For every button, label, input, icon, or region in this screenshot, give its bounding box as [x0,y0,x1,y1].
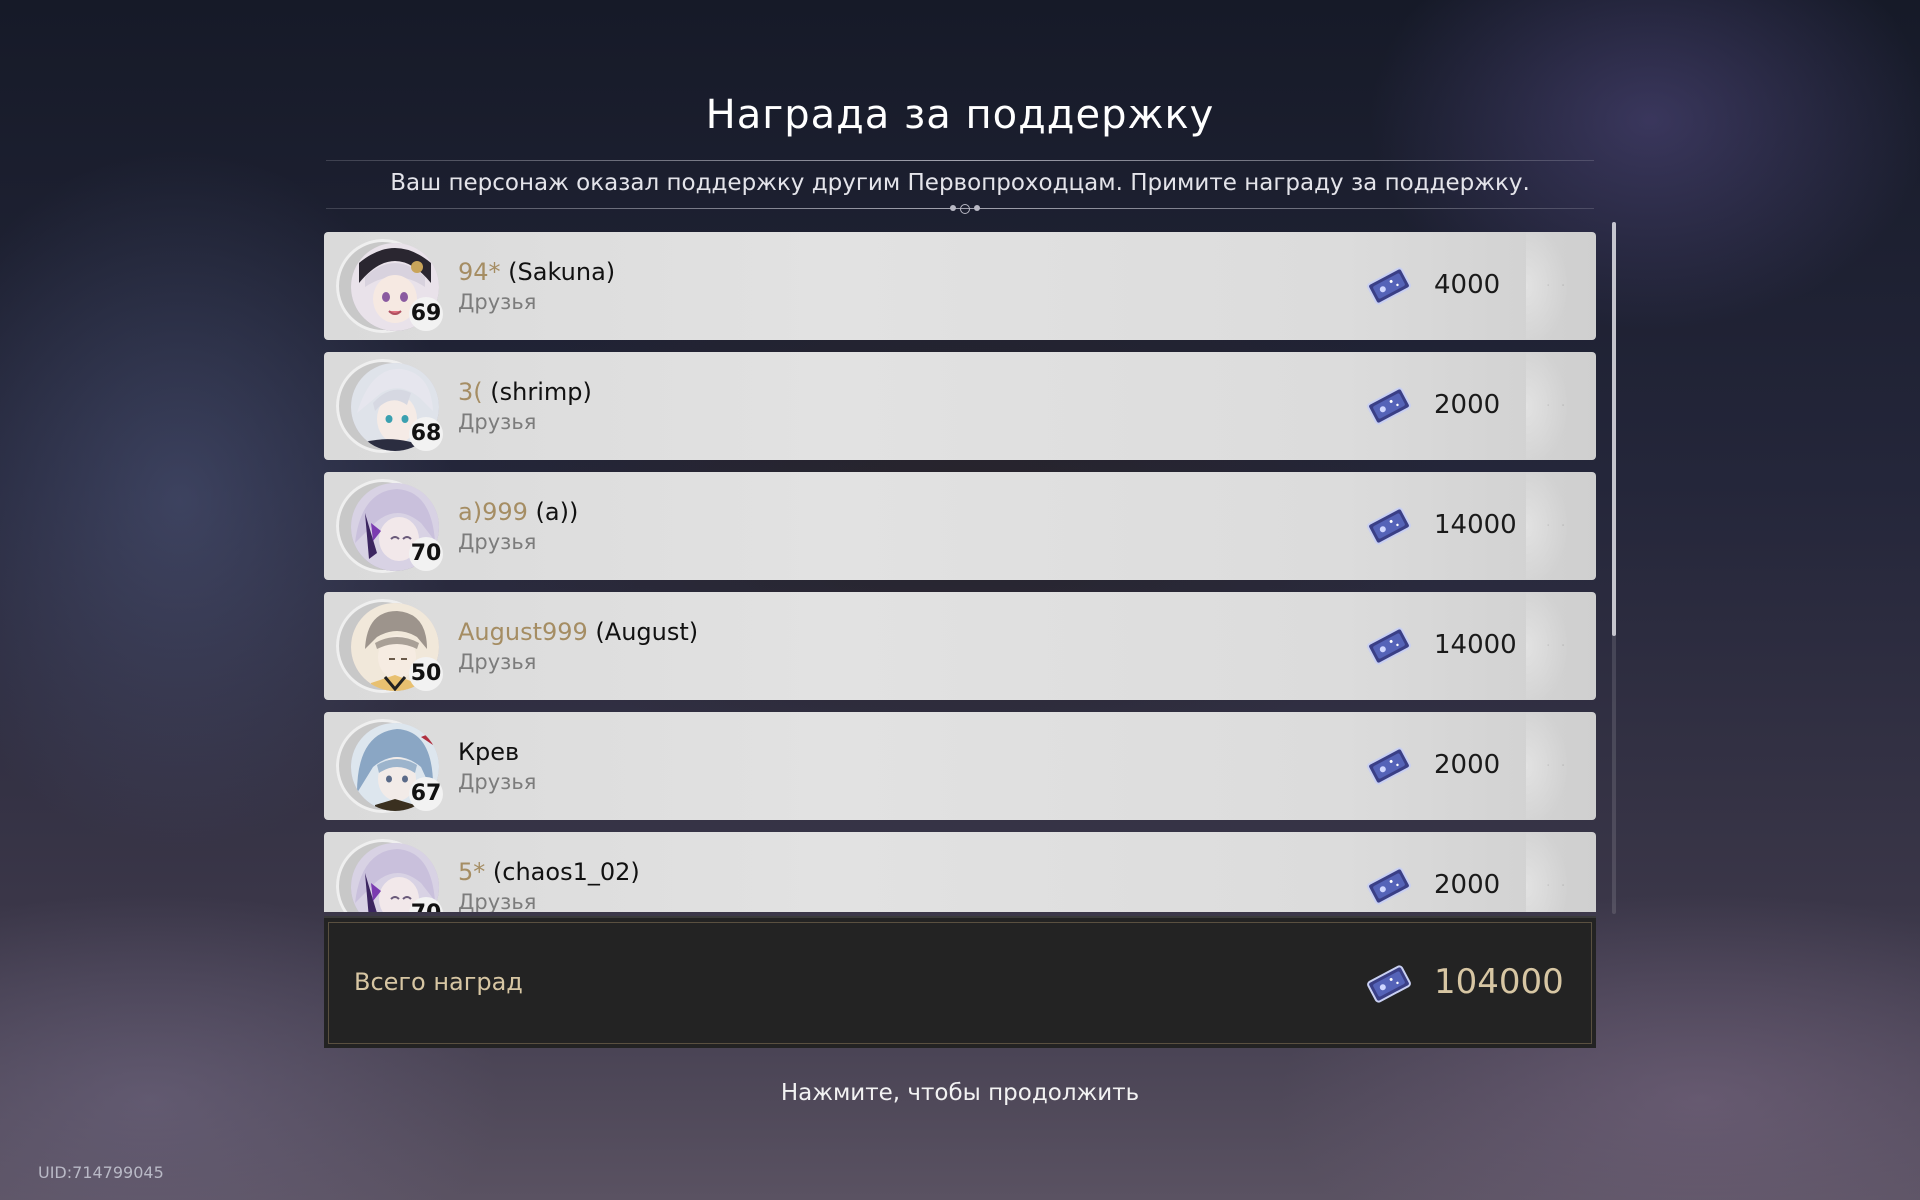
player-name: August999 (August) [458,618,698,646]
reward-amount: 2000 [1434,750,1501,780]
relation-label: Друзья [458,410,537,434]
total-rewards-label: Всего наград [354,968,523,996]
row-decoration: · · [1546,278,1569,294]
reward-amount: 14000 [1434,630,1517,660]
reward-amount: 2000 [1434,870,1501,900]
stellar-jade-ticket-icon [1367,747,1411,785]
player-nickname: 3( [458,378,483,406]
tap-to-continue[interactable]: Нажмите, чтобы продолжить [0,1080,1920,1106]
player-uid: UID:714799045 [38,1163,164,1182]
stellar-jade-ticket-icon [1367,965,1411,1003]
relation-label: Друзья [458,650,537,674]
stellar-jade-ticket-icon [1367,627,1411,665]
list-item[interactable]: 70 5* (chaos1_02) Друзья 2000 · · [324,832,1596,912]
list-scrollbar[interactable] [1612,222,1616,914]
player-nickname: August999 [458,618,588,646]
list-item[interactable]: 50 August999 (August) Друзья 14000 · · [324,592,1596,700]
total-rewards-panel: Всего наград 104000 [324,916,1596,1048]
list-item[interactable]: 67 Крев Друзья 2000 · · [324,712,1596,820]
row-decoration: · · [1546,638,1569,654]
relation-label: Друзья [458,770,537,794]
reward-amount: 2000 [1434,390,1501,420]
reward-amount: 4000 [1434,270,1501,300]
player-name: 94* (Sakuna) [458,258,615,286]
player-level: 67 [409,777,443,811]
row-decoration: · · [1546,878,1569,894]
row-decoration: · · [1546,758,1569,774]
player-level: 68 [409,417,443,451]
player-name: 3( (shrimp) [458,378,592,406]
player-name: a)999 (a)) [458,498,578,526]
title-divider [326,160,1594,161]
player-level: 70 [409,537,443,571]
stellar-jade-ticket-icon [1367,867,1411,905]
row-decoration: · · [1546,518,1569,534]
stellar-jade-ticket-icon [1367,387,1411,425]
list-item[interactable]: 69 94* (Sakuna) Друзья 4000 · · [324,232,1596,340]
page-title: Награда за поддержку [705,92,1215,138]
stellar-jade-ticket-icon [1367,267,1411,305]
row-decoration: · · [1546,398,1569,414]
list-item[interactable]: 70 a)999 (a)) Друзья 14000 · · [324,472,1596,580]
relation-label: Друзья [458,890,537,912]
player-original-name: Крев [458,738,520,766]
support-reward-list[interactable]: 69 94* (Sakuna) Друзья 4000 · · 68 3((s… [324,232,1596,912]
player-original-name: (a)) [527,498,579,526]
subtitle-divider [326,204,1594,214]
player-original-name: (shrimp) [482,378,592,406]
total-rewards-amount: 104000 [1434,962,1564,1002]
player-level: 69 [409,297,443,331]
player-nickname: 5* [458,858,486,886]
list-item[interactable]: 68 3( (shrimp) Друзья 2000 · · [324,352,1596,460]
player-original-name: (Sakuna) [500,258,616,286]
relation-label: Друзья [458,530,537,554]
player-nickname: 94* [458,258,501,286]
relation-label: Друзья [458,290,537,314]
reward-amount: 14000 [1434,510,1517,540]
subtitle: Ваш персонаж оказал поддержку другим Пер… [390,170,1530,196]
player-original-name: (August) [587,618,699,646]
player-nickname: a)999 [458,498,528,526]
player-name: 5* (chaos1_02) [458,858,640,886]
scrollbar-thumb[interactable] [1612,222,1616,636]
player-level: 50 [409,657,443,691]
player-name: Крев [458,738,519,766]
player-original-name: (chaos1_02) [485,858,640,886]
stellar-jade-ticket-icon [1367,507,1411,545]
